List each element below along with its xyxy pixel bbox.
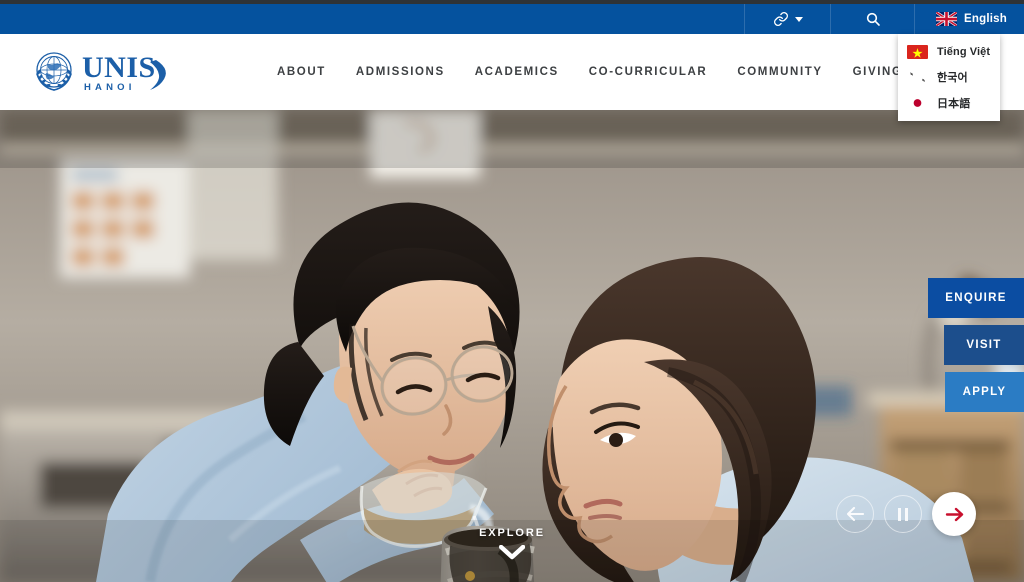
explore-scroll-cue[interactable]: EXPLORE [479,527,545,560]
enquire-button[interactable]: ENQUIRE [928,278,1024,318]
top-edge-strip [0,0,1024,4]
quicklinks-button[interactable] [744,4,830,34]
language-option-label: 한국어 [937,72,968,84]
nav-item-co-curricular[interactable]: CO-CURRICULAR [574,56,723,88]
language-option-korean[interactable]: 한국어 [898,64,1000,90]
arrow-left-icon [846,507,864,521]
visit-button[interactable]: VISIT [944,325,1024,365]
cta-button-stack: ENQUIRE VISIT APPLY [928,278,1024,412]
language-option-japanese[interactable]: 日本語 [898,90,1000,116]
carousel-pause-button[interactable] [884,495,922,533]
pause-icon [897,507,909,521]
carousel-prev-button[interactable] [836,495,874,533]
svg-text:HANOI: HANOI [84,82,136,93]
vietnam-flag-icon [907,45,928,59]
primary-navigation: ABOUT ADMISSIONS ACADEMICS CO-CURRICULAR… [262,56,918,88]
language-selector[interactable]: English [914,4,1024,34]
apply-button[interactable]: APPLY [945,372,1024,412]
un-emblem [36,52,72,91]
site-logo[interactable]: UNIS HANOI [28,46,180,98]
carousel-next-button[interactable] [932,492,976,536]
language-option-label: Tiếng Việt [937,46,991,58]
search-icon [865,11,881,27]
uk-flag-icon [936,12,958,26]
arrow-right-icon [945,507,964,522]
explore-label: EXPLORE [479,527,545,539]
nav-item-admissions[interactable]: ADMISSIONS [341,56,460,88]
carousel-controls [836,492,976,536]
link-chain-icon [773,11,789,27]
nav-item-academics[interactable]: ACADEMICS [460,56,574,88]
svg-text:UNIS: UNIS [82,51,156,84]
language-option-vietnamese[interactable]: Tiếng Việt [898,40,1000,64]
chevron-down-icon [499,545,525,560]
language-current-label: English [964,13,1007,25]
south-korea-flag-icon [907,70,928,84]
japan-flag-icon [907,96,928,110]
language-dropdown-menu[interactable]: Tiếng Việt 한국어 日本語 [898,34,1000,121]
nav-item-community[interactable]: COMMUNITY [722,56,837,88]
language-option-label: 日本語 [937,98,971,110]
hero-banner: ENQUIRE VISIT APPLY EXPLORE [0,110,1024,582]
utility-bar: English [0,4,1024,34]
nav-item-about[interactable]: ABOUT [262,56,341,88]
main-header: UNIS HANOI ABOUT ADMISSIONS ACADEMICS CO… [0,34,1024,110]
chevron-down-icon [794,16,803,22]
search-button[interactable] [830,4,914,34]
